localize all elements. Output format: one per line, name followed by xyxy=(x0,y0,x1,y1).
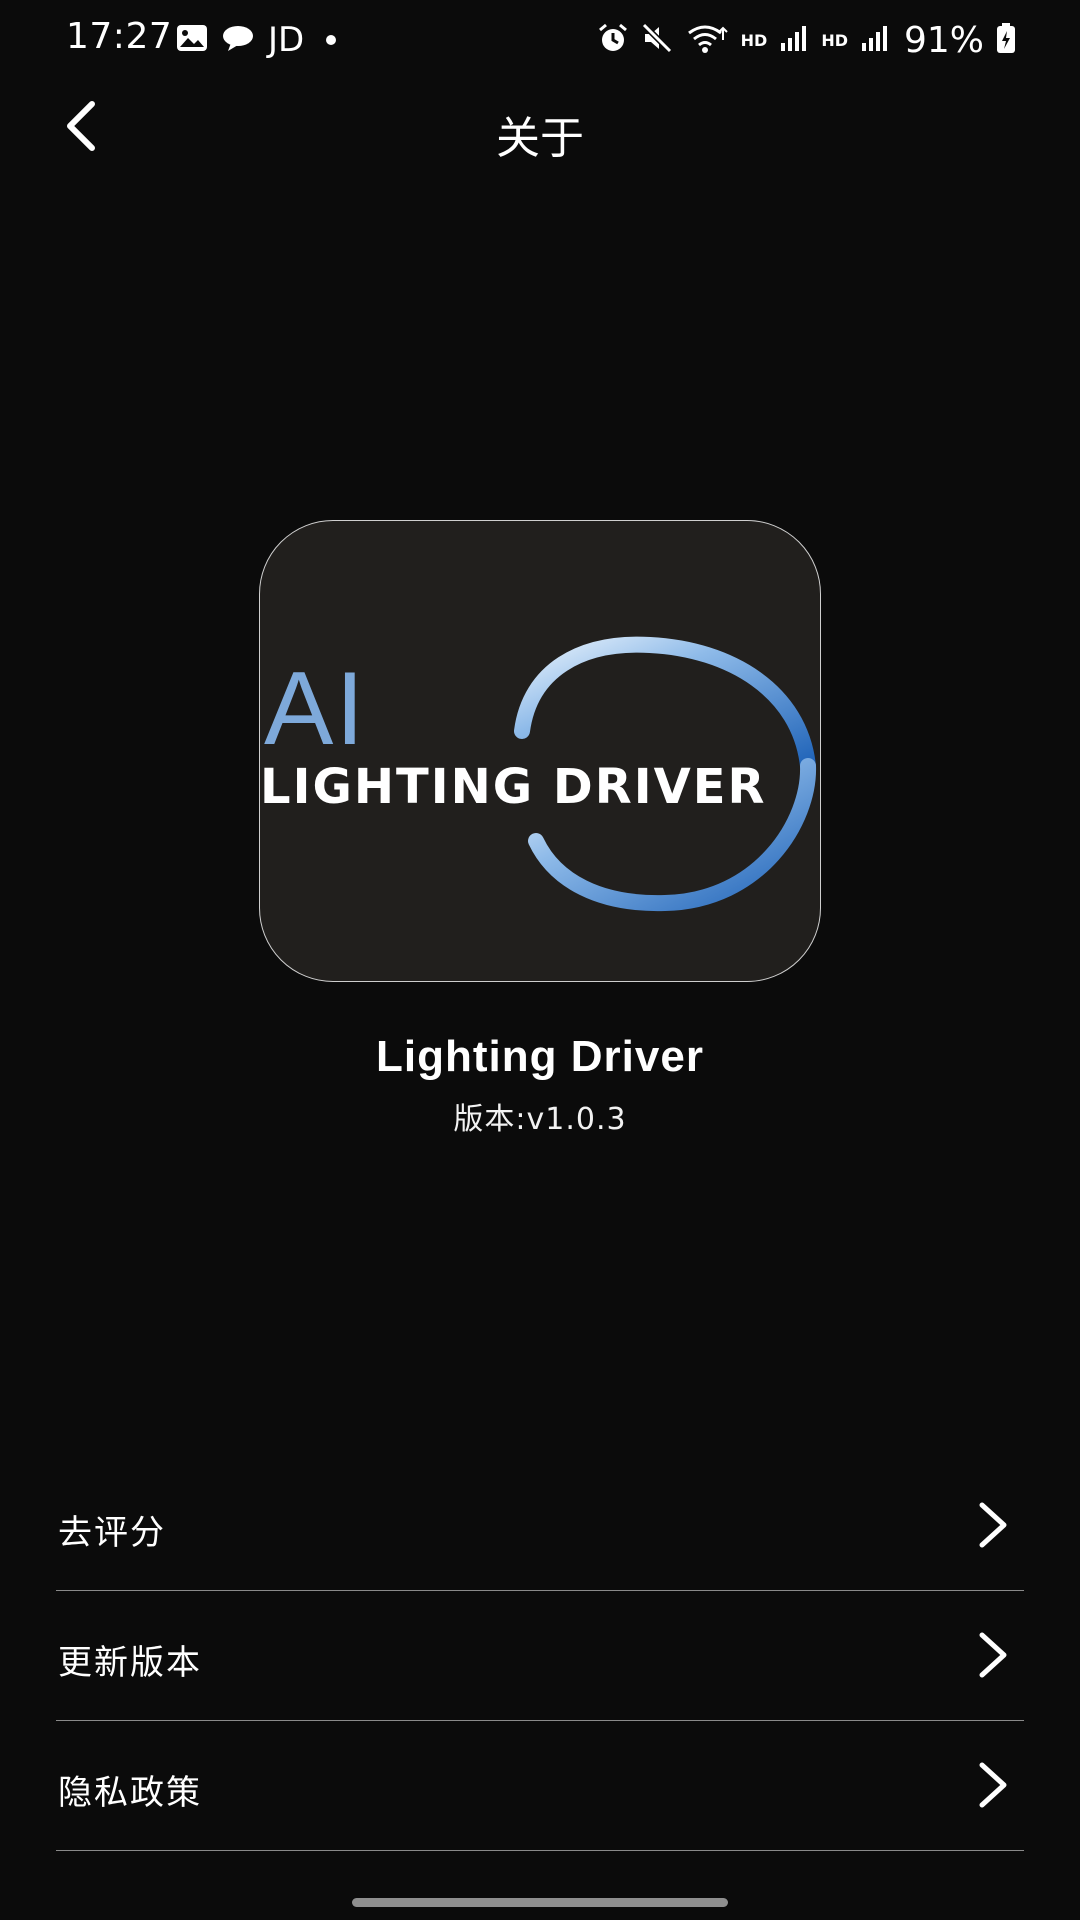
chat-icon xyxy=(222,24,254,56)
carrier-label: JD xyxy=(268,20,305,60)
page-title: 关于 xyxy=(496,113,584,164)
signal-icon xyxy=(779,23,809,57)
signal-icon xyxy=(860,23,890,57)
chevron-right-icon xyxy=(976,1631,1010,1679)
mute-icon xyxy=(641,22,673,58)
app-version: 版本:v1.0.3 xyxy=(453,1102,627,1137)
chevron-right-icon xyxy=(976,1761,1010,1809)
menu-item-label: 更新版本 xyxy=(58,1643,202,1683)
hd-label-2: HD xyxy=(821,30,848,50)
wifi-icon xyxy=(685,22,729,58)
logo-ai-text: AI xyxy=(264,651,367,767)
hd-label-1: HD xyxy=(740,30,768,50)
logo-title-text: LIGHTING DRIVER xyxy=(260,759,767,815)
menu-item-update[interactable]: 更新版本 xyxy=(56,1591,1024,1721)
battery-percent: 91% xyxy=(903,19,984,61)
header: 关于 xyxy=(0,80,1080,176)
status-left-icons: JD xyxy=(176,20,350,60)
alarm-icon xyxy=(597,22,629,58)
app-logo: AI LIGHTING DRIVER xyxy=(259,520,821,982)
menu-item-rate[interactable]: 去评分 xyxy=(56,1461,1024,1591)
status-right-icons: HD HD 91% xyxy=(585,18,1016,62)
battery-icon xyxy=(996,22,1016,58)
dot-icon xyxy=(326,35,337,45)
app-name: Lighting Driver xyxy=(376,1032,704,1081)
image-icon xyxy=(176,24,208,56)
chevron-right-icon xyxy=(976,1501,1010,1549)
settings-menu: 去评分 更新版本 隐私政策 xyxy=(56,1461,1024,1851)
menu-item-label: 去评分 xyxy=(58,1513,166,1553)
status-time: 17:27 xyxy=(66,16,173,57)
gesture-nav-handle[interactable] xyxy=(352,1898,728,1907)
menu-item-privacy[interactable]: 隐私政策 xyxy=(56,1721,1024,1851)
menu-item-label: 隐私政策 xyxy=(58,1773,202,1813)
status-bar: 17:27 JD HD HD 91% xyxy=(0,0,1080,80)
